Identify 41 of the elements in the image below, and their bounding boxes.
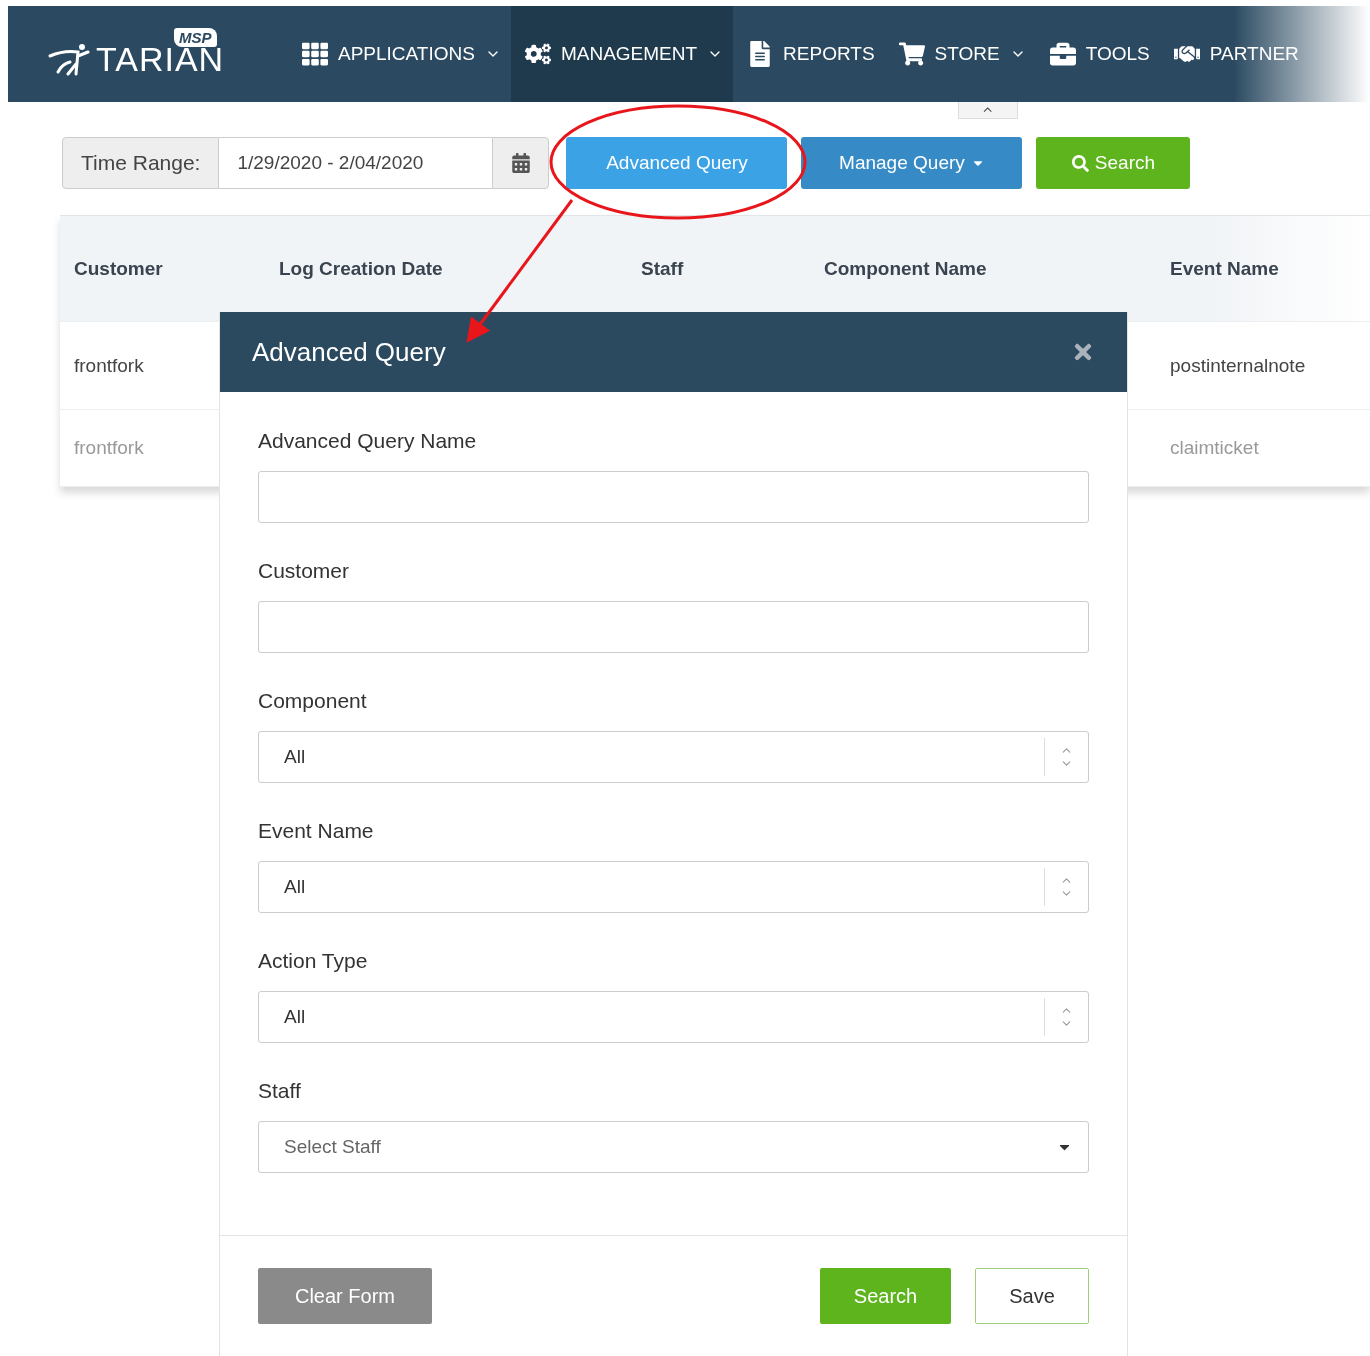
gears-icon [524, 41, 551, 67]
select-field[interactable]: All [258, 991, 1089, 1043]
grid-icon [302, 41, 328, 67]
field-label: Component [258, 688, 368, 714]
save-button[interactable]: Save [975, 1268, 1089, 1324]
nav-item[interactable]: MANAGEMENT [510, 6, 734, 102]
table-cell-text: frontfork [74, 354, 145, 377]
field-label: Advanced Query Name [258, 428, 478, 454]
dropdown-field[interactable]: Select Staff [258, 1121, 1089, 1173]
time-range-label: Time Range: [62, 137, 220, 189]
collapse-button[interactable] [958, 102, 1018, 119]
table-cell-text: claimticket [1170, 437, 1260, 459]
logo-badge: MSP [174, 28, 217, 47]
column-header: Component Name [824, 257, 988, 280]
search-icon [1071, 154, 1089, 172]
runner-icon [48, 42, 92, 76]
calendar-icon [510, 153, 531, 173]
select-field[interactable]: All [258, 861, 1089, 913]
field-label: Customer [258, 558, 351, 584]
column-header: Log Creation Date [279, 257, 444, 280]
cart-icon [898, 41, 925, 67]
column-header: Staff [641, 257, 685, 280]
column-header: Event Name [1170, 257, 1280, 280]
field-label: Event Name [258, 818, 375, 844]
field-label: Action Type [258, 948, 369, 974]
text-field[interactable] [258, 601, 1089, 653]
calendar-button[interactable] [492, 137, 550, 189]
table-cell-text: postinternalnote [1170, 354, 1307, 377]
column-header: Customer [74, 257, 164, 280]
date-range-field[interactable]: 1/29/2020 - 2/04/2020 [219, 137, 493, 189]
briefcase-icon [1049, 41, 1076, 67]
nav-item[interactable]: REPORTS [733, 6, 885, 102]
field-label: Staff [258, 1078, 302, 1104]
nav-item[interactable]: PARTNER [1159, 6, 1309, 102]
nav-item[interactable]: APPLICATIONS [288, 6, 511, 102]
select-field[interactable]: All [258, 731, 1089, 783]
menu-button[interactable]: Manage Query [801, 137, 1023, 189]
nav-item[interactable]: STORE [884, 6, 1036, 102]
dialog-title: Advanced Query [252, 336, 446, 368]
nav-item[interactable]: TOOLS [1035, 6, 1160, 102]
text-field[interactable] [258, 471, 1089, 523]
